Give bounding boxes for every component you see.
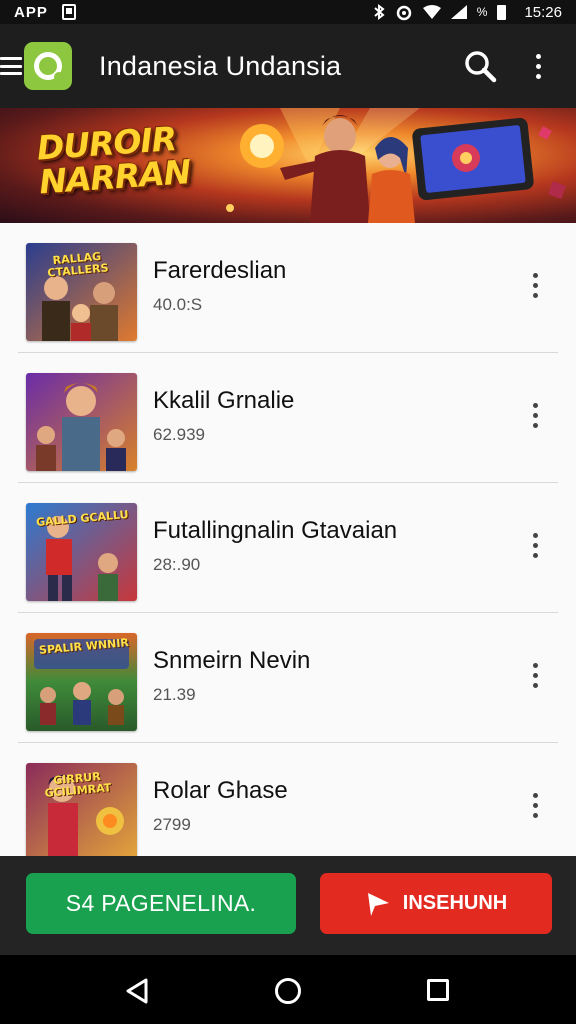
game-title: Kkalil Grnalie (153, 387, 295, 414)
search-icon[interactable] (462, 48, 498, 84)
primary-action-label: S4 PAGENELINA. (65, 890, 257, 916)
app-bar: Indanesia Undansia (0, 24, 576, 108)
bluetooth-icon (374, 4, 385, 20)
game-thumbnail: GIRRUR GCILIMRAT (26, 763, 137, 856)
item-more-icon[interactable] (526, 787, 544, 823)
battery-icon (497, 4, 507, 20)
list-item[interactable]: Kkalil Grnalie 62.939 (0, 353, 576, 483)
game-thumbnail: GALLD GCALLU (26, 503, 137, 601)
game-title: Snmeirn Nevin (153, 647, 311, 674)
primary-action-button[interactable]: S4 PAGENELINA. (26, 873, 296, 934)
play-icon (367, 892, 389, 916)
item-more-icon[interactable] (526, 527, 544, 563)
game-subtitle: 62.939 (153, 425, 205, 444)
game-list: RALLAG CTALLERS Farerdeslian 40.0:S Kkal… (0, 223, 576, 856)
list-item[interactable]: SPALIR WNNIR Snmeirn Nevin 21.39 (0, 613, 576, 743)
back-icon[interactable] (124, 977, 150, 1005)
system-nav-bar (0, 955, 576, 1024)
wifi-icon (422, 5, 441, 19)
item-more-icon[interactable] (526, 267, 544, 303)
alarm-icon (396, 5, 412, 21)
status-bar: APP % 15:26 (0, 0, 576, 24)
home-icon[interactable] (275, 978, 301, 1004)
list-item[interactable]: GIRRUR GCILIMRAT Rolar Ghase 2799 (0, 743, 576, 856)
app-title: Indanesia Undansia (99, 50, 342, 81)
game-subtitle: 40.0:S (153, 295, 203, 314)
recents-icon[interactable] (427, 979, 449, 1001)
app-logo[interactable] (24, 42, 72, 90)
game-subtitle: 2799 (153, 815, 191, 834)
game-title: Farerdeslian (153, 257, 287, 284)
item-more-icon[interactable] (526, 397, 544, 433)
action-bar: S4 PAGENELINA. INSEHUNH (0, 856, 576, 955)
more-vert-icon[interactable] (528, 48, 548, 84)
hamburger-icon[interactable] (0, 57, 22, 75)
secondary-action-label: INSEHUNH (402, 892, 508, 914)
game-thumbnail: SPALIR WNNIR (26, 633, 137, 731)
game-title: Futallingnalin Gtavaian (153, 517, 398, 544)
document-icon (61, 4, 76, 20)
game-title: Rolar Ghase (153, 777, 288, 804)
battery-percent: % (476, 5, 488, 19)
secondary-action-button[interactable]: INSEHUNH (320, 873, 552, 934)
item-more-icon[interactable] (526, 657, 544, 693)
game-thumbnail (26, 373, 137, 471)
game-thumbnail: RALLAG CTALLERS (26, 243, 137, 341)
promo-banner[interactable]: DUROIR NARRAN (0, 108, 576, 223)
banner-artwork (226, 108, 566, 223)
list-item[interactable]: RALLAG CTALLERS Farerdeslian 40.0:S (0, 223, 576, 353)
banner-title: DUROIR NARRAN (35, 118, 192, 202)
game-subtitle: 28:.90 (153, 555, 201, 574)
list-item[interactable]: GALLD GCALLU Futallingnalin Gtavaian 28:… (0, 483, 576, 613)
signal-icon (450, 5, 467, 19)
clock: 15:26 (524, 3, 562, 21)
game-subtitle: 21.39 (153, 685, 196, 704)
carrier-label: APP (14, 3, 48, 21)
